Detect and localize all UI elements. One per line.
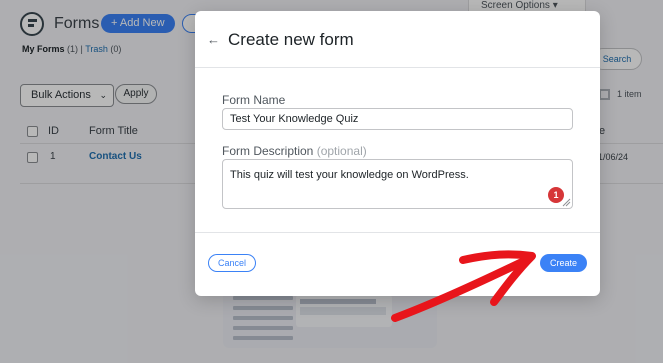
back-arrow-icon[interactable]: ← bbox=[207, 32, 220, 47]
form-name-label: Form Name bbox=[222, 93, 286, 107]
form-name-input[interactable] bbox=[222, 108, 573, 130]
form-description-label-row: Form Description (optional) bbox=[222, 144, 367, 158]
modal-title: Create new form bbox=[228, 30, 354, 49]
create-button[interactable]: Create bbox=[540, 254, 587, 272]
form-description-textarea[interactable]: This quiz will test your knowledge on Wo… bbox=[222, 159, 573, 209]
cancel-button[interactable]: Cancel bbox=[208, 254, 256, 272]
modal-header: ← Create new form bbox=[195, 11, 600, 68]
optional-hint: (optional) bbox=[316, 144, 367, 158]
resize-handle-icon[interactable] bbox=[562, 198, 571, 207]
create-form-modal: ← Create new form Form Name Form Descrip… bbox=[195, 11, 600, 296]
form-description-label: Form Description bbox=[222, 144, 314, 158]
modal-footer-divider bbox=[195, 232, 600, 233]
